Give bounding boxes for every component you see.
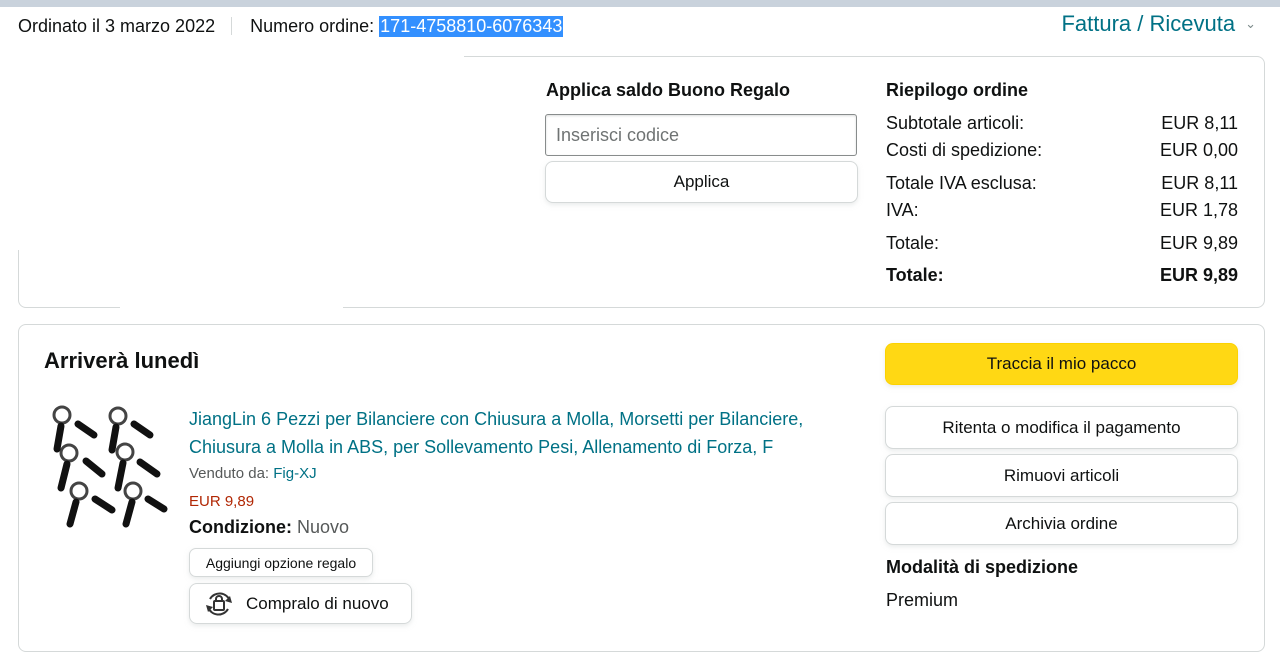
summary-value: EUR 1,78 bbox=[1159, 200, 1238, 220]
summary-row: Totale: EUR 9,89 bbox=[886, 230, 1238, 257]
retry-payment-button[interactable]: Ritenta o modifica il pagamento bbox=[885, 406, 1238, 449]
buy-again-label: Compralo di nuovo bbox=[246, 593, 389, 613]
shipping-mode-label: Modalità di spedizione bbox=[886, 557, 1079, 577]
ordered-date: Ordinato il 3 marzo 2022 bbox=[18, 15, 216, 36]
summary-label: Totale: bbox=[886, 265, 944, 285]
summary-value: EUR 9,89 bbox=[1159, 265, 1238, 285]
summary-label: Costi di spedizione: bbox=[886, 140, 1043, 160]
sold-by: Venduto da: Fig-XJ bbox=[189, 465, 317, 482]
chevron-down-icon[interactable]: ⌄ bbox=[1245, 16, 1256, 32]
order-summary: Riepilogo ordine Subtotale articoli: EUR… bbox=[886, 80, 1238, 289]
summary-label: Totale IVA esclusa: bbox=[886, 173, 1037, 193]
product-image-graphic bbox=[52, 405, 168, 528]
top-strip bbox=[0, 0, 1280, 7]
invoice-dropdown[interactable]: Fattura / Ricevuta ⌄ bbox=[1061, 11, 1256, 37]
apply-button[interactable]: Applica bbox=[545, 161, 858, 203]
summary-row: Totale IVA esclusa: EUR 8,11 bbox=[886, 170, 1238, 197]
product-title-link[interactable]: JiangLin 6 Pezzi per Bilanciere con Chiu… bbox=[189, 405, 849, 461]
sold-by-label: Venduto da: bbox=[189, 465, 270, 482]
summary-value: EUR 8,11 bbox=[1161, 113, 1238, 133]
shipping-mode-value: Premium bbox=[886, 590, 959, 610]
summary-value: EUR 9,89 bbox=[1159, 233, 1238, 253]
product-price: EUR 9,89 bbox=[189, 493, 255, 510]
summary-label: Totale: bbox=[886, 233, 940, 253]
summary-grand-total: Totale: EUR 9,89 bbox=[886, 262, 1238, 289]
redaction-area bbox=[165, 280, 343, 310]
order-number-label: Numero ordine: bbox=[250, 15, 375, 36]
summary-value: EUR 0,00 bbox=[1159, 140, 1238, 160]
summary-title: Riepilogo ordine bbox=[886, 80, 1028, 100]
arrival-heading: Arriverà lunedì bbox=[44, 348, 200, 373]
condition-label: Condizione: bbox=[189, 517, 292, 537]
archive-order-button[interactable]: Archivia ordine bbox=[885, 502, 1238, 545]
summary-row: IVA: EUR 1,78 bbox=[886, 197, 1238, 224]
invoice-link-label[interactable]: Fattura / Ricevuta bbox=[1061, 11, 1235, 37]
header-divider bbox=[231, 17, 233, 35]
summary-row: Subtotale articoli: EUR 8,11 bbox=[886, 110, 1238, 137]
order-header: Ordinato il 3 marzo 2022 Numero ordine: … bbox=[18, 14, 564, 38]
product-condition: Condizione: Nuovo bbox=[189, 517, 349, 538]
summary-label: Subtotale articoli: bbox=[886, 113, 1025, 133]
add-gift-option-button[interactable]: Aggiungi opzione regalo bbox=[189, 548, 373, 577]
buy-again-button[interactable]: Compralo di nuovo bbox=[189, 583, 412, 624]
summary-value: EUR 8,11 bbox=[1161, 173, 1238, 193]
gift-code-input[interactable] bbox=[545, 114, 857, 156]
order-number[interactable]: 171-4758810-6076343 bbox=[379, 15, 564, 37]
seller-link[interactable]: Fig-XJ bbox=[273, 465, 316, 482]
condition-value: Nuovo bbox=[297, 517, 350, 537]
summary-label: IVA: bbox=[886, 200, 919, 220]
buy-again-icon bbox=[206, 592, 232, 615]
gift-card-title: Applica saldo Buono Regalo bbox=[546, 80, 791, 100]
remove-items-button[interactable]: Rimuovi articoli bbox=[885, 454, 1238, 497]
summary-row: Costi di spedizione: EUR 0,00 bbox=[886, 137, 1238, 164]
redaction-area bbox=[120, 250, 165, 310]
redaction-area bbox=[16, 50, 464, 250]
product-image[interactable] bbox=[48, 404, 172, 530]
track-package-button[interactable]: Traccia il mio pacco bbox=[885, 343, 1238, 385]
